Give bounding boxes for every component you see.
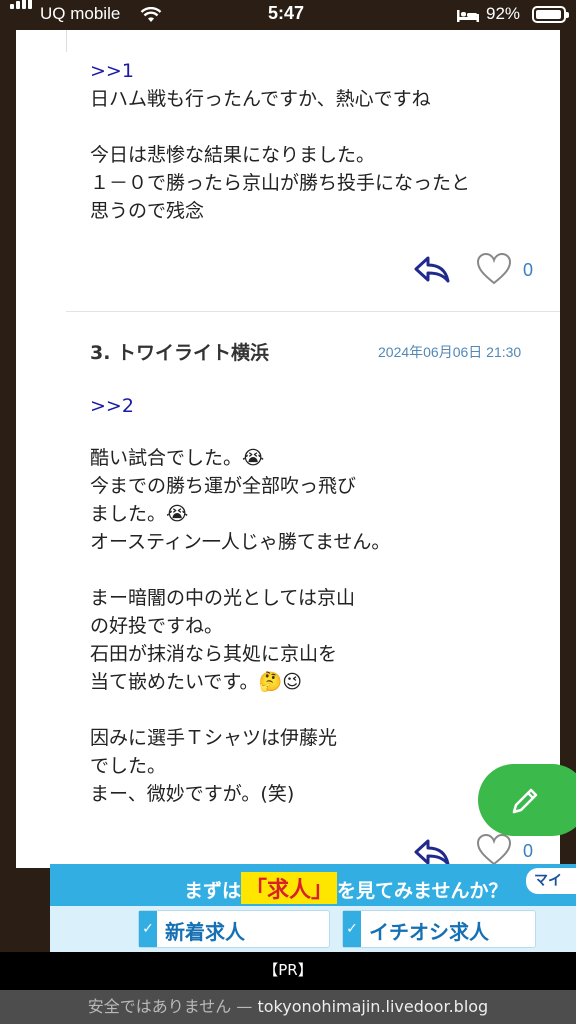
ad-banner[interactable]: まずは 「求人」 を見てみませんか？ マイ ✓ 新着求人 ✓ イチオシ求人	[50, 864, 576, 952]
write-comment-button[interactable]	[478, 764, 576, 836]
clock: 5:47	[268, 3, 305, 23]
comment-body: 酷い試合でした。😭 今までの勝ち運が全部吹っ飛び ました。😭 オースティン一人じ…	[90, 447, 391, 805]
thread-line	[66, 30, 67, 52]
ad-featured-jobs-button[interactable]: ✓ イチオシ求人	[342, 910, 536, 948]
reply-anchor-link[interactable]: >>2	[90, 392, 134, 420]
heart-icon[interactable]	[476, 252, 512, 286]
like-count: 0	[523, 260, 534, 280]
wifi-icon	[140, 7, 162, 22]
ad-new-jobs-button[interactable]: ✓ 新着求人	[138, 910, 330, 948]
like-count: 0	[523, 841, 534, 861]
status-bar: UQ mobile 5:47 92%	[0, 0, 576, 30]
comment-divider	[66, 311, 560, 312]
pencil-icon	[512, 788, 538, 814]
check-icon: ✓	[343, 911, 361, 947]
bed-icon	[457, 10, 479, 22]
ad-headline-highlight: 「求人」	[241, 872, 338, 904]
comment-list: >>1 日ハム戦も行ったんですか、熱心ですね 今日は悲惨な結果になりました。 １…	[16, 30, 560, 868]
url-bar[interactable]: 安全ではありません — tokyonohimajin.livedoor.blog	[0, 990, 576, 1024]
battery-icon	[532, 6, 569, 23]
reply-icon[interactable]	[412, 252, 452, 286]
ad-headline: まずは 「求人」 を見てみませんか？	[184, 872, 507, 904]
reply-anchor-link[interactable]: >>1	[90, 57, 134, 85]
comment-body: 日ハム戦も行ったんですか、熱心ですね 今日は悲惨な結果になりました。 １－０で勝…	[90, 88, 471, 222]
pr-label: 【PR】	[0, 952, 576, 990]
ad-logo: マイ	[526, 868, 576, 894]
heart-icon[interactable]	[476, 833, 512, 867]
comment-author: 3. トワイライト横浜	[90, 342, 270, 364]
comment-date: 2024年06月06日 21:30	[378, 344, 522, 360]
check-icon: ✓	[139, 911, 157, 947]
security-warning: 安全ではありません	[87, 997, 232, 1016]
url-domain: tokyonohimajin.livedoor.blog	[257, 997, 489, 1016]
battery-percent: 92%	[486, 4, 521, 23]
carrier-name: UQ mobile	[40, 4, 121, 23]
